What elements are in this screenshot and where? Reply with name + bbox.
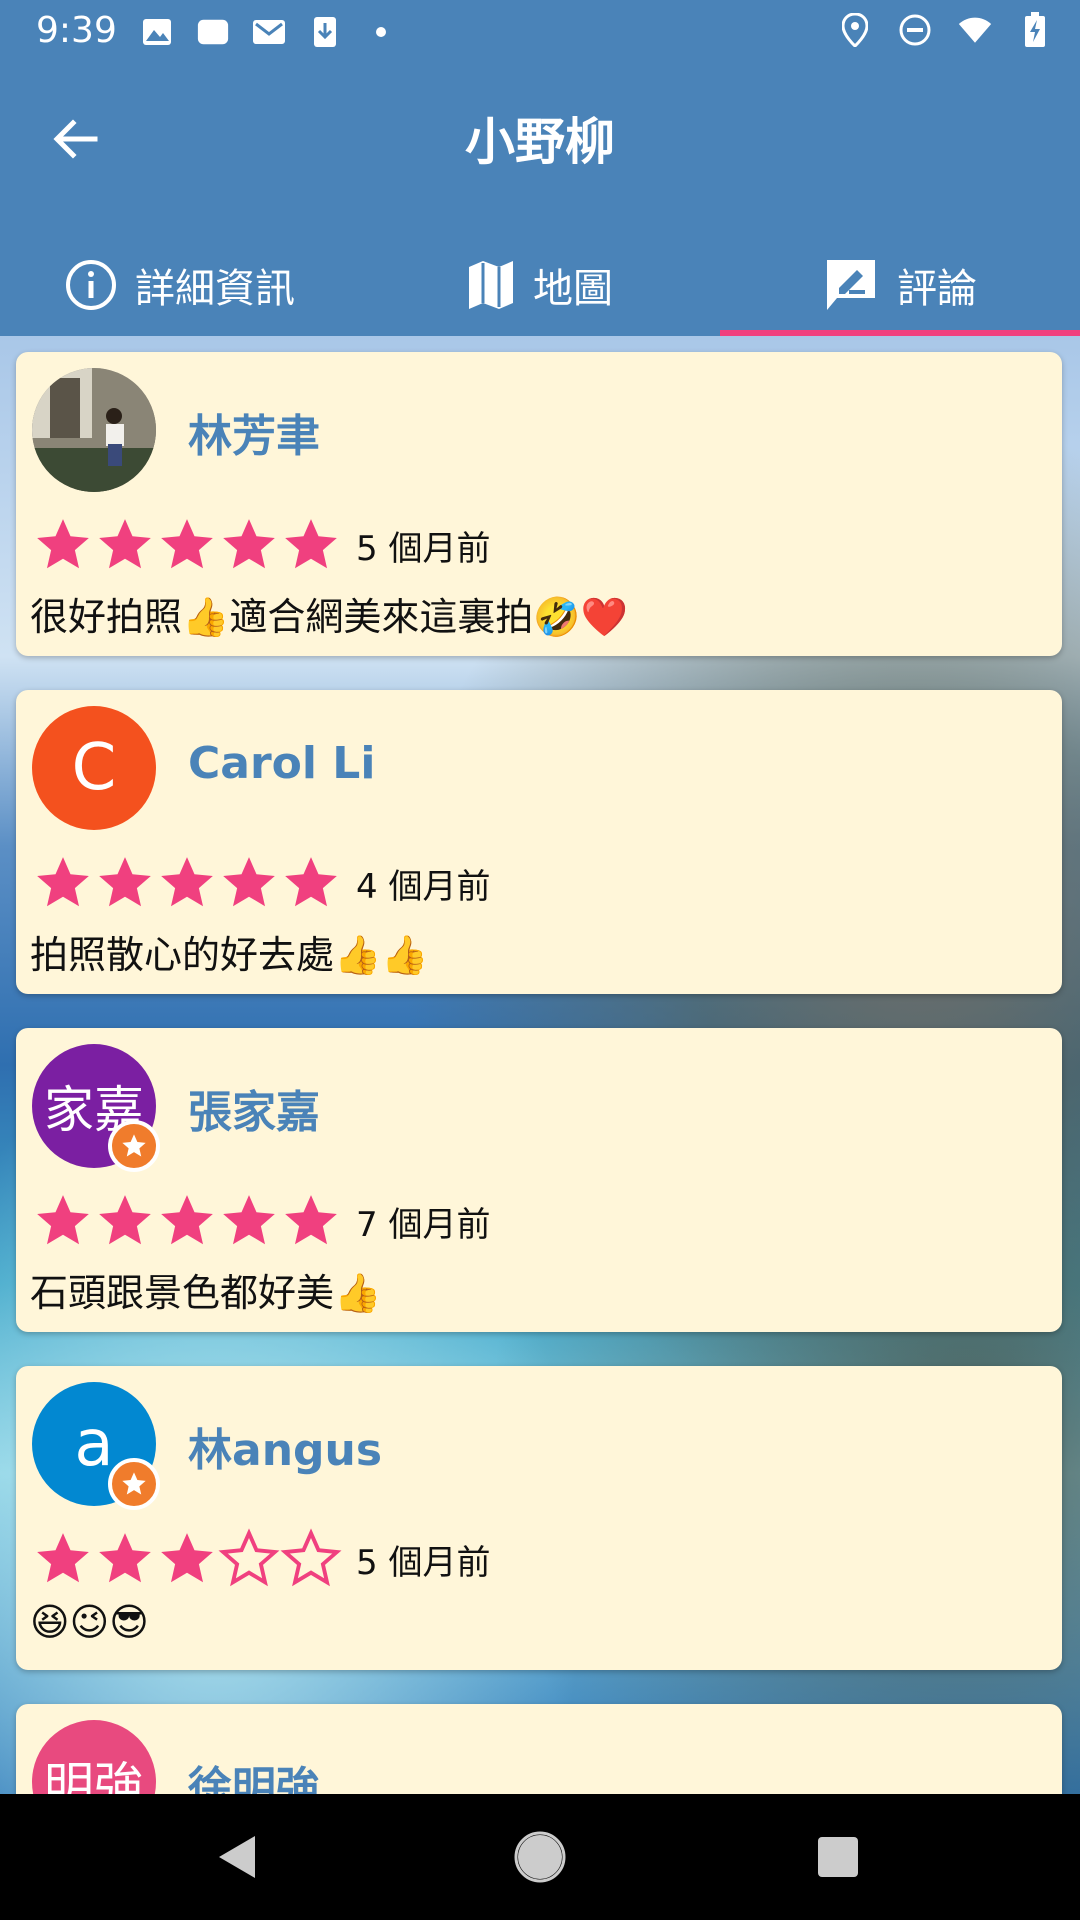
recents-nav-icon — [818, 1837, 858, 1877]
system-nav-bar — [0, 1794, 1080, 1920]
rating-row: 7 個月前 — [32, 1190, 490, 1252]
status-left-icons — [140, 14, 398, 50]
tab-details[interactable]: 詳細資訊 — [0, 234, 360, 336]
star-filled-icon — [99, 1533, 151, 1583]
reviews-list[interactable]: 林芳聿 5 個月前 很好拍照👍適合網美來這裏拍🤣❤️ C Carol Li 4 … — [0, 336, 1080, 1794]
star-filled-icon — [285, 519, 337, 569]
local-guide-badge — [108, 1120, 160, 1172]
status-right-icons — [838, 12, 1052, 48]
page-title: 小野柳 — [465, 113, 615, 171]
star-filled-icon — [37, 519, 89, 569]
review-time: 4 個月前 — [356, 866, 491, 907]
info-icon — [66, 260, 116, 310]
star-filled-icon — [161, 857, 213, 907]
star-filled-icon — [161, 1533, 213, 1583]
wifi-icon — [958, 12, 992, 48]
star-badge-icon — [122, 1134, 146, 1157]
rating-row: 4 個月前 — [32, 852, 490, 914]
reviewer-name[interactable]: 林angus — [188, 1414, 382, 1478]
star-filled-icon — [37, 857, 89, 907]
reviewer-name[interactable]: Carol Li — [188, 738, 375, 789]
review-card[interactable]: a 林angus 5 個月前 😆😉😎 — [16, 1366, 1062, 1670]
tab-map[interactable]: 地圖 — [360, 234, 720, 336]
review-text: 很好拍照👍適合網美來這裏拍🤣❤️ — [30, 595, 628, 639]
tab-map-label: 地圖 — [533, 266, 613, 312]
star-filled-icon — [161, 519, 213, 569]
location-icon — [838, 12, 872, 48]
screen: 9:39 小野柳 詳細資訊 地圖 評論 林芳聿 5 個月前 很好拍照👍適合網美來… — [0, 0, 1080, 1920]
star-filled-icon — [161, 1195, 213, 1245]
star-badge-icon — [122, 1472, 146, 1495]
review-text: 拍照散心的好去處👍👍 — [30, 933, 429, 977]
avatar[interactable]: C — [32, 706, 156, 830]
star-rating — [32, 1190, 342, 1252]
reviewer-name[interactable]: 徐明強 — [188, 1752, 320, 1794]
star-rating — [32, 514, 342, 576]
tab-details-label: 詳細資訊 — [135, 266, 295, 312]
battery-charging-icon — [1018, 12, 1052, 48]
tab-reviews-label: 評論 — [897, 266, 977, 312]
star-rating — [32, 852, 342, 914]
review-text: 石頭跟景色都好美👍 — [30, 1271, 382, 1315]
avatar-photo — [32, 368, 156, 492]
tab-bar: 詳細資訊 地圖 評論 — [0, 234, 1080, 336]
star-empty-icon — [280, 1528, 342, 1587]
star-filled-icon — [37, 1195, 89, 1245]
review-text: 😆😉😎 — [30, 1600, 149, 1644]
reviewer-name[interactable]: 林芳聿 — [188, 400, 320, 464]
star-filled-icon — [99, 1195, 151, 1245]
map-icon — [469, 261, 513, 309]
app-bar: 小野柳 詳細資訊 地圖 評論 — [0, 64, 1080, 336]
star-rating — [32, 1528, 342, 1590]
avatar-initial: 明強 — [44, 1757, 144, 1794]
reviewer-name[interactable]: 張家嘉 — [188, 1076, 320, 1140]
avatar[interactable]: 明強 — [32, 1720, 156, 1794]
review-time: 5 個月前 — [356, 1542, 491, 1583]
review-card[interactable]: C Carol Li 4 個月前 拍照散心的好去處👍👍 — [16, 690, 1062, 994]
review-card[interactable]: 家嘉 張家嘉 7 個月前 石頭跟景色都好美👍 — [16, 1028, 1062, 1332]
star-filled-icon — [285, 857, 337, 907]
star-filled-icon — [99, 519, 151, 569]
dot-icon — [364, 14, 398, 50]
rating-row: 5 個月前 — [32, 514, 490, 576]
review-time: 7 個月前 — [356, 1204, 491, 1245]
nav-back-button[interactable] — [202, 1822, 272, 1892]
star-empty-icon — [218, 1528, 280, 1587]
star-filled-icon — [37, 1533, 89, 1583]
dnd-icon — [898, 12, 932, 48]
home-nav-icon — [514, 1831, 566, 1883]
star-filled-icon — [223, 519, 275, 569]
avatar[interactable] — [32, 368, 156, 492]
gmail-icon — [252, 14, 286, 50]
star-filled-icon — [99, 857, 151, 907]
star-filled-icon — [223, 1195, 275, 1245]
nav-recents-button[interactable] — [803, 1822, 873, 1892]
review-time: 5 個月前 — [356, 528, 491, 569]
avatar[interactable]: 家嘉 — [32, 1044, 160, 1172]
image-icon — [140, 14, 174, 50]
cloud-icon — [196, 14, 230, 50]
download-icon — [308, 14, 342, 50]
review-icon — [827, 260, 875, 310]
avatar-initial: a — [74, 1407, 114, 1481]
avatar[interactable]: a — [32, 1382, 160, 1510]
review-card[interactable]: 明強 徐明強 — [16, 1704, 1062, 1794]
rating-row: 5 個月前 — [32, 1528, 490, 1590]
back-nav-icon — [219, 1836, 255, 1878]
tab-reviews[interactable]: 評論 — [720, 234, 1080, 336]
star-filled-icon — [223, 857, 275, 907]
review-card[interactable]: 林芳聿 5 個月前 很好拍照👍適合網美來這裏拍🤣❤️ — [16, 352, 1062, 656]
local-guide-badge — [108, 1458, 160, 1510]
star-filled-icon — [285, 1195, 337, 1245]
nav-home-button[interactable] — [505, 1822, 575, 1892]
avatar-initial: C — [71, 731, 117, 805]
status-bar: 9:39 — [0, 0, 1080, 64]
status-time: 9:39 — [36, 10, 117, 51]
